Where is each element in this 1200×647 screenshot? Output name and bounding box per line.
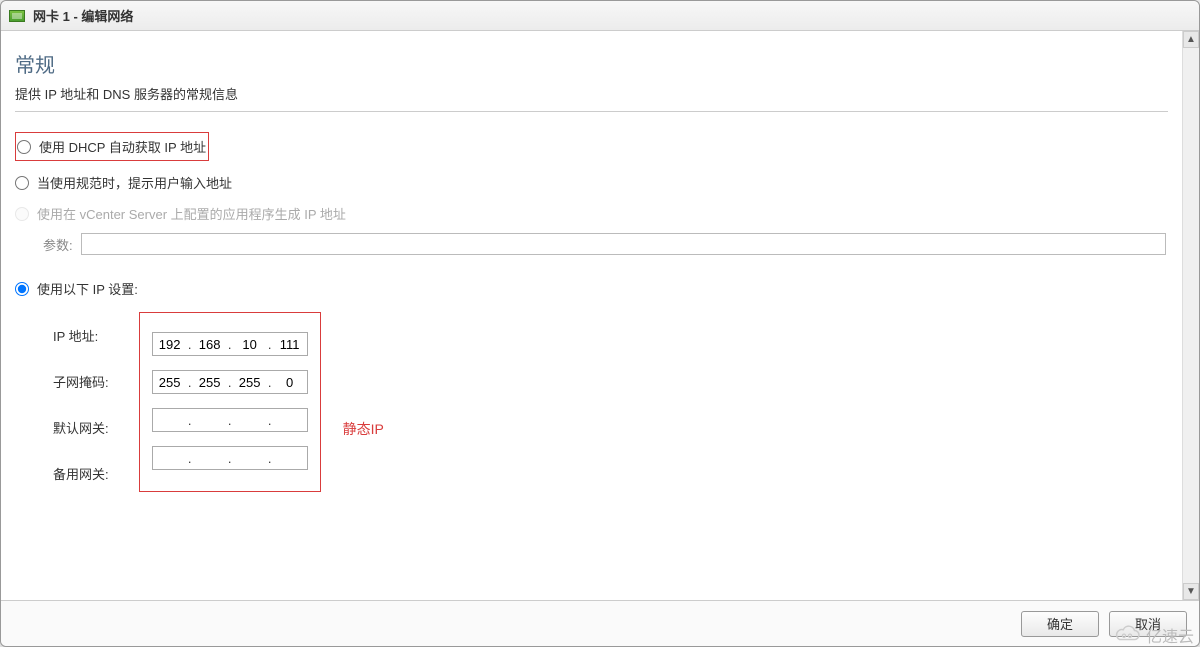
ip-settings: IP 地址: 子网掩码: 默认网关: 备用网关: . . . [53, 312, 1168, 496]
subnet-o3[interactable] [233, 372, 267, 392]
radio-manual[interactable] [15, 282, 29, 296]
param-label: 参数: [43, 235, 73, 254]
agw-o3[interactable] [233, 448, 267, 468]
ip-o3[interactable] [233, 334, 267, 354]
gateway-input[interactable]: . . . [152, 408, 308, 432]
radio-dhcp-label: 使用 DHCP 自动获取 IP 地址 [39, 137, 206, 156]
subnet-input[interactable]: . . . [152, 370, 308, 394]
ok-button[interactable]: 确定 [1021, 611, 1099, 637]
ip-address-row: . . . [152, 329, 308, 359]
app-icon [9, 10, 25, 22]
ip-label-column: IP 地址: 子网掩码: 默认网关: 备用网关: [53, 312, 109, 496]
param-input[interactable] [81, 233, 1166, 255]
gateway-row: . . . [152, 405, 308, 435]
ip-o4[interactable] [273, 334, 307, 354]
radio-row-manual: 使用以下 IP 设置: [15, 273, 1168, 304]
scroll-track[interactable] [1183, 48, 1199, 583]
section-desc: 提供 IP 地址和 DNS 服务器的常规信息 [15, 84, 1168, 103]
radio-row-dhcp: 使用 DHCP 自动获取 IP 地址 [15, 126, 1168, 167]
agw-o4[interactable] [273, 448, 307, 468]
ip-grid-highlight: . . . . . [139, 312, 321, 492]
window-title: 网卡 1 - 编辑网络 [33, 6, 133, 25]
radio-manual-label: 使用以下 IP 设置: [37, 279, 138, 298]
dialog-footer: 确定 取消 [1, 600, 1199, 646]
dialog-edit-network: 网卡 1 - 编辑网络 常规 提供 IP 地址和 DNS 服务器的常规信息 使用… [0, 0, 1200, 647]
radio-row-prompt: 当使用规范时，提示用户输入地址 [15, 167, 1168, 198]
gw-o3[interactable] [233, 410, 267, 430]
subnet-o1[interactable] [153, 372, 187, 392]
param-row: 参数: [43, 233, 1168, 255]
radio-vcenter [15, 207, 29, 221]
alt-gateway-label: 备用网关: [53, 450, 109, 496]
ip-o2[interactable] [193, 334, 227, 354]
section-title: 常规 [15, 49, 1168, 78]
alt-gateway-input[interactable]: . . . [152, 446, 308, 470]
highlight-dhcp: 使用 DHCP 自动获取 IP 地址 [15, 132, 209, 161]
subnet-o2[interactable] [193, 372, 227, 392]
vertical-scrollbar[interactable]: ▲ ▼ [1182, 31, 1199, 600]
agw-o1[interactable] [153, 448, 187, 468]
scroll-up-icon[interactable]: ▲ [1183, 31, 1199, 48]
agw-o2[interactable] [193, 448, 227, 468]
gw-o2[interactable] [193, 410, 227, 430]
ip-o1[interactable] [153, 334, 187, 354]
subnet-mask-label: 子网掩码: [53, 358, 109, 404]
scroll-down-icon[interactable]: ▼ [1183, 583, 1199, 600]
gw-o1[interactable] [153, 410, 187, 430]
radio-dhcp[interactable] [17, 140, 31, 154]
radio-prompt[interactable] [15, 176, 29, 190]
content-wrap: 常规 提供 IP 地址和 DNS 服务器的常规信息 使用 DHCP 自动获取 I… [1, 31, 1199, 600]
default-gateway-label: 默认网关: [53, 404, 109, 450]
radio-vcenter-label: 使用在 vCenter Server 上配置的应用程序生成 IP 地址 [37, 204, 346, 223]
subnet-row: . . . [152, 367, 308, 397]
radio-row-vcenter: 使用在 vCenter Server 上配置的应用程序生成 IP 地址 [15, 198, 1168, 229]
subnet-o4[interactable] [273, 372, 307, 392]
radio-prompt-label: 当使用规范时，提示用户输入地址 [37, 173, 232, 192]
alt-gateway-row: . . . [152, 443, 308, 473]
content: 常规 提供 IP 地址和 DNS 服务器的常规信息 使用 DHCP 自动获取 I… [1, 31, 1182, 600]
ip-address-input[interactable]: . . . [152, 332, 308, 356]
cancel-button[interactable]: 取消 [1109, 611, 1187, 637]
titlebar: 网卡 1 - 编辑网络 [1, 1, 1199, 31]
annotation-static-ip: 静态IP [343, 419, 384, 439]
divider [15, 111, 1168, 112]
ip-address-label: IP 地址: [53, 312, 109, 358]
gw-o4[interactable] [273, 410, 307, 430]
